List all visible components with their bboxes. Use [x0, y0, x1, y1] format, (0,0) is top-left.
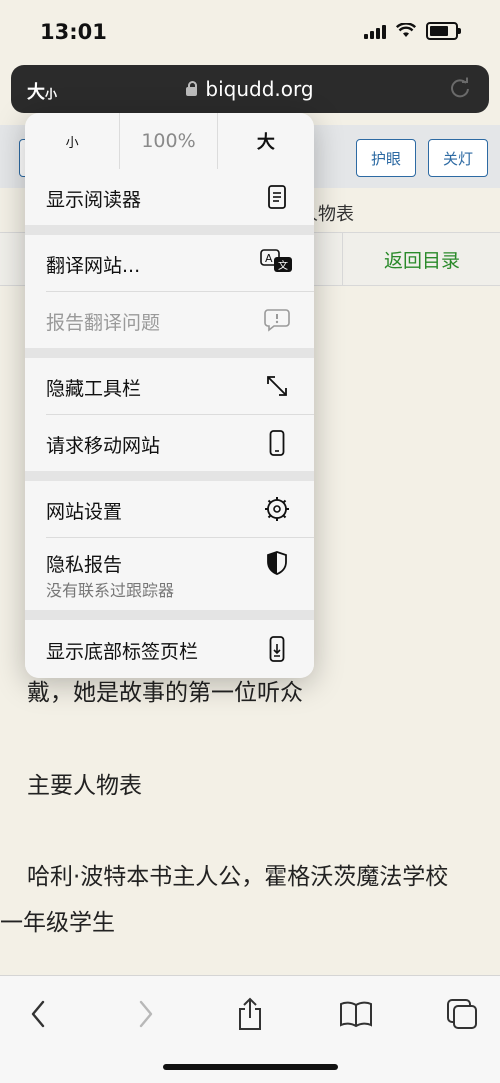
report-translation-item[interactable]: 报告翻译问题: [25, 292, 314, 348]
cellular-signal-icon: [364, 23, 386, 39]
reload-icon[interactable]: [449, 77, 471, 105]
request-mobile-site-label: 请求移动网站: [46, 435, 161, 457]
zoom-percent[interactable]: 100%: [120, 113, 218, 169]
url-field[interactable]: biqudd.org: [11, 77, 489, 101]
back-icon[interactable]: [16, 994, 60, 1034]
tabs-icon[interactable]: [440, 994, 484, 1034]
home-indicator: [163, 1064, 338, 1070]
status-icons: [364, 22, 461, 40]
show-reader-item[interactable]: 显示阅读器: [25, 169, 314, 225]
url-domain: biqudd.org: [205, 77, 314, 101]
report-translation-label: 报告翻译问题: [46, 312, 161, 334]
menu-separator: [25, 225, 314, 235]
report-bubble-icon: [264, 307, 290, 333]
privacy-report-item[interactable]: 隐私报告 没有联系过跟踪器: [25, 538, 314, 610]
menu-separator: [25, 348, 314, 358]
bookmarks-icon[interactable]: [334, 994, 378, 1034]
wifi-icon: [396, 23, 416, 37]
zoom-in-button[interactable]: 大: [218, 113, 314, 169]
menu-separator: [25, 471, 314, 481]
reader-icon: [264, 184, 290, 210]
site-settings-label: 网站设置: [46, 501, 123, 523]
zoom-row: 小 100% 大: [25, 113, 314, 170]
menu-separator: [25, 610, 314, 620]
show-bottom-tabbar-label: 显示底部标签页栏: [46, 641, 199, 663]
privacy-report-sublabel: 没有联系过跟踪器: [46, 581, 175, 600]
shield-icon: [264, 550, 290, 576]
status-bar: 13:01: [0, 0, 500, 62]
privacy-report-label: 隐私报告: [46, 554, 123, 576]
show-bottom-tabbar-item[interactable]: 显示底部标签页栏: [25, 620, 314, 678]
site-settings-item[interactable]: 网站设置: [25, 481, 314, 537]
svg-text:文: 文: [278, 259, 288, 272]
content-line-3: 哈利·波特本书主人公，霍格沃茨魔法学校: [27, 864, 449, 890]
content-line-1: 戴，她是故事的第一位听众: [27, 680, 303, 706]
forward-icon[interactable]: [124, 994, 168, 1034]
svg-text:A: A: [265, 252, 273, 265]
show-reader-label: 显示阅读器: [46, 189, 142, 211]
phone-icon: [264, 430, 290, 456]
gear-icon: [264, 496, 290, 522]
zoom-out-button[interactable]: 小: [25, 113, 121, 169]
expand-arrows-icon: [264, 373, 290, 399]
translate-icon: A文: [260, 249, 294, 275]
request-mobile-site-item[interactable]: 请求移动网站: [25, 415, 314, 471]
clock: 13:01: [40, 20, 107, 44]
address-bar[interactable]: 大小 biqudd.org: [11, 65, 489, 113]
battery-icon: [426, 22, 461, 40]
translate-site-label: 翻译网站...: [46, 255, 141, 277]
hide-toolbar-label: 隐藏工具栏: [46, 378, 142, 400]
translate-site-item[interactable]: 翻译网站... A文: [25, 235, 314, 291]
eye-care-button[interactable]: 护眼: [356, 139, 416, 177]
page-settings-menu: 小 100% 大 显示阅读器 翻译网站... A文 报告翻译问题 隐藏工具栏 请…: [25, 113, 314, 678]
content-line-2: 主要人物表: [27, 773, 142, 799]
share-icon[interactable]: [228, 994, 272, 1034]
lock-icon: [186, 81, 198, 96]
hide-toolbar-item[interactable]: 隐藏工具栏: [25, 358, 314, 414]
phone-download-icon: [264, 636, 290, 662]
return-to-contents-link[interactable]: 返回目录: [342, 233, 500, 285]
content-line-4: 一年级学生: [0, 910, 115, 936]
lights-off-button[interactable]: 关灯: [428, 139, 488, 177]
